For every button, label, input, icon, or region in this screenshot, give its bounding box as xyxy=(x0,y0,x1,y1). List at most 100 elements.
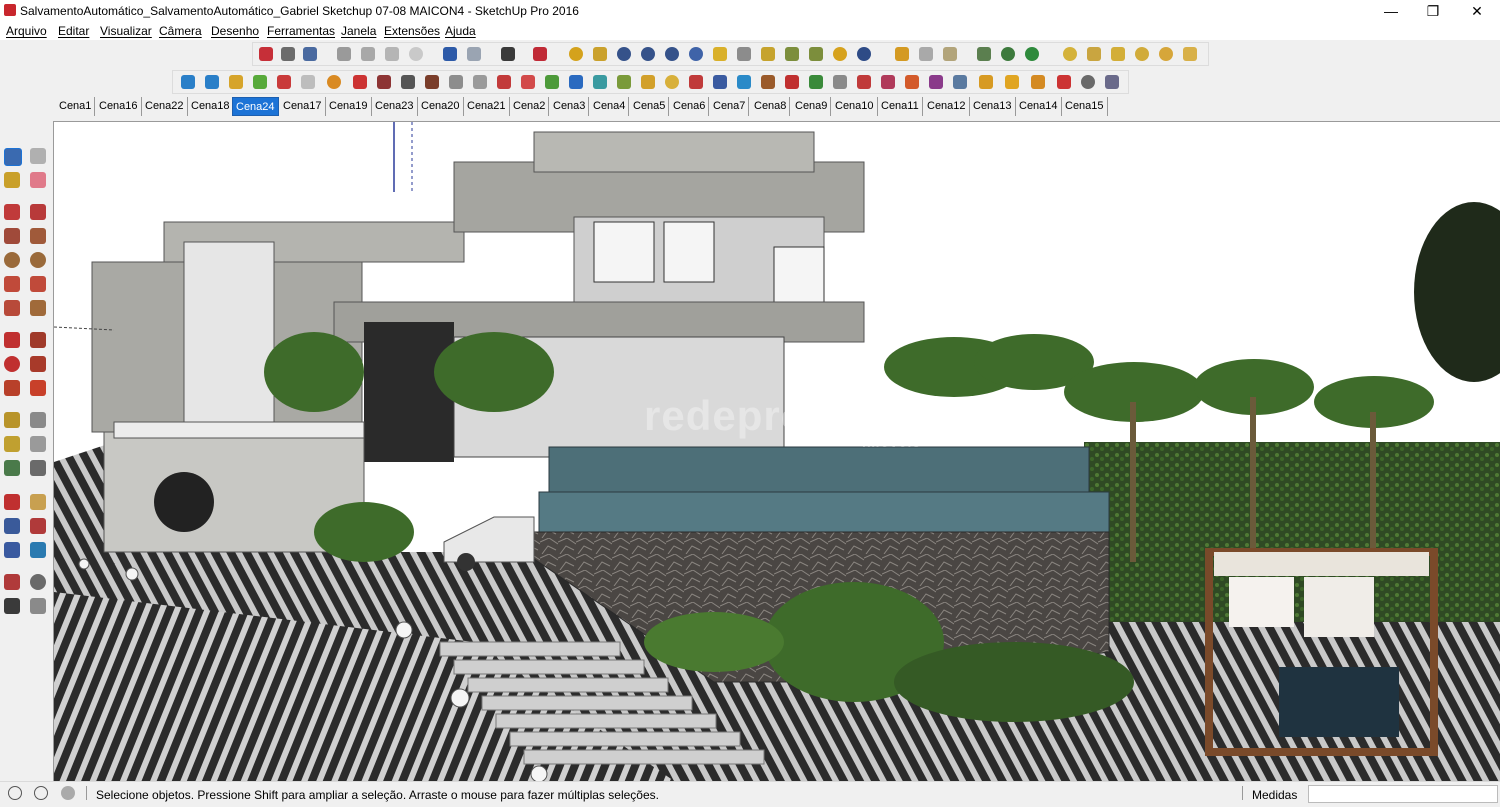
scene-tab[interactable]: Cena5 xyxy=(630,97,670,116)
plugin-1-icon[interactable] xyxy=(569,47,583,61)
previous-view-icon[interactable] xyxy=(30,542,46,558)
erase-icon[interactable] xyxy=(409,47,423,61)
material-icon[interactable] xyxy=(905,75,919,89)
freehand-icon[interactable] xyxy=(30,204,46,220)
scene-tab[interactable]: Cena22 xyxy=(142,97,188,116)
grid-orange-icon[interactable] xyxy=(979,75,993,89)
zoom-extents-icon[interactable] xyxy=(4,542,20,558)
scene-tab[interactable]: Cena2 xyxy=(510,97,550,116)
face-gray-icon[interactable] xyxy=(301,75,315,89)
cross-blue-icon[interactable] xyxy=(569,75,583,89)
cross-green-icon[interactable] xyxy=(545,75,559,89)
scene-tab[interactable]: Cena15 xyxy=(1062,97,1108,116)
compass-icon[interactable] xyxy=(737,75,751,89)
offset-tool-icon[interactable] xyxy=(30,380,46,396)
scene-tab[interactable]: Cena1 xyxy=(56,97,96,116)
scene-tab[interactable]: Cena16 xyxy=(96,97,142,116)
info-icon[interactable] xyxy=(34,786,48,800)
menu-ajuda[interactable]: Ajuda xyxy=(445,24,476,38)
dimension-icon[interactable] xyxy=(30,412,46,428)
scene-tab[interactable]: Cena19 xyxy=(326,97,372,116)
menu-camera[interactable]: Câmera xyxy=(159,24,202,38)
cross-red-icon[interactable] xyxy=(521,75,535,89)
star-icon[interactable] xyxy=(761,47,775,61)
layers-red-icon[interactable] xyxy=(857,75,871,89)
scene-tab[interactable]: Cena4 xyxy=(590,97,630,116)
scene-tab[interactable]: Cena18 xyxy=(188,97,234,116)
arc-icon[interactable] xyxy=(665,75,679,89)
pan-hand-icon[interactable] xyxy=(30,494,46,510)
face-blue-icon[interactable] xyxy=(181,75,195,89)
points-icon[interactable] xyxy=(497,75,511,89)
gear-icon[interactable] xyxy=(713,75,727,89)
circle-dash-icon[interactable] xyxy=(1081,75,1095,89)
save-icon[interactable] xyxy=(303,47,317,61)
component-icon[interactable] xyxy=(895,47,909,61)
layers-green-icon[interactable] xyxy=(809,75,823,89)
cut-icon[interactable] xyxy=(337,47,351,61)
plugin-2-icon[interactable] xyxy=(593,47,607,61)
menu-desenho[interactable]: Desenho xyxy=(211,24,259,38)
rotate-tool-icon[interactable] xyxy=(4,356,20,372)
curve-icon[interactable] xyxy=(473,75,487,89)
sun-icon[interactable] xyxy=(833,47,847,61)
face-red-icon[interactable] xyxy=(277,75,291,89)
walk-footprints-icon[interactable] xyxy=(4,598,20,614)
warning-icon[interactable] xyxy=(641,75,655,89)
new-file-icon[interactable] xyxy=(259,47,273,61)
circle-tool-icon[interactable] xyxy=(4,252,20,268)
plugin-4-icon[interactable] xyxy=(641,47,655,61)
pause-icon[interactable] xyxy=(857,47,871,61)
push-pull-icon[interactable] xyxy=(30,332,46,348)
face-yellow-icon[interactable] xyxy=(229,75,243,89)
geolocation-icon[interactable] xyxy=(8,786,22,800)
tree-2-icon[interactable] xyxy=(1025,47,1039,61)
scene-tab[interactable]: Cena12 xyxy=(924,97,970,116)
plugin-3-icon[interactable] xyxy=(617,47,631,61)
menu-editar[interactable]: Editar xyxy=(58,24,89,38)
flag-icon[interactable] xyxy=(1111,47,1125,61)
undo-icon[interactable] xyxy=(443,47,457,61)
menu-janela[interactable]: Janela xyxy=(341,24,376,38)
menu-visualizar[interactable]: Visualizar xyxy=(100,24,152,38)
triangle-2-icon[interactable] xyxy=(617,75,631,89)
scene-tab[interactable]: Cena23 xyxy=(372,97,418,116)
stack-icon[interactable] xyxy=(1105,75,1119,89)
scene-tab[interactable]: Cena10 xyxy=(832,97,878,116)
dots-icon[interactable] xyxy=(929,75,943,89)
spiral-icon[interactable] xyxy=(689,75,703,89)
frame-icon[interactable] xyxy=(953,75,967,89)
grid-orange-2-icon[interactable] xyxy=(1031,75,1045,89)
lamp-icon[interactable] xyxy=(1135,47,1149,61)
face-green-icon[interactable] xyxy=(253,75,267,89)
furniture-icon[interactable] xyxy=(425,75,439,89)
minimize-button[interactable]: — xyxy=(1368,0,1414,22)
tag-icon[interactable] xyxy=(713,47,727,61)
line-tool-icon[interactable] xyxy=(4,204,20,220)
image-icon[interactable] xyxy=(977,47,991,61)
select-arrow-icon[interactable] xyxy=(4,148,22,166)
scene-tab[interactable]: Cena6 xyxy=(670,97,710,116)
copy-icon[interactable] xyxy=(361,47,375,61)
tree-icon[interactable] xyxy=(1001,47,1015,61)
lamp-3-icon[interactable] xyxy=(1183,47,1197,61)
menu-ferramentas[interactable]: Ferramentas xyxy=(267,24,335,38)
text-tool-icon[interactable] xyxy=(30,436,46,452)
grid-yellow-icon[interactable] xyxy=(1005,75,1019,89)
scale-tool-icon[interactable] xyxy=(4,380,20,396)
position-camera-icon[interactable] xyxy=(4,574,20,590)
window-frame-icon[interactable] xyxy=(401,75,415,89)
light-icon[interactable] xyxy=(1063,47,1077,61)
menu-arquivo[interactable]: Arquivo xyxy=(6,24,47,38)
restore-button[interactable]: ❐ xyxy=(1410,0,1456,22)
lamp-2-icon[interactable] xyxy=(1159,47,1173,61)
component-3-icon[interactable] xyxy=(943,47,957,61)
scene-tab[interactable]: Cena11 xyxy=(878,97,923,116)
scene-tab[interactable]: Cena3 xyxy=(550,97,590,116)
rotated-rectangle-icon[interactable] xyxy=(30,228,46,244)
terrain-icon[interactable] xyxy=(785,47,799,61)
three-point-arc-icon[interactable] xyxy=(4,300,20,316)
model-info-icon[interactable] xyxy=(533,47,547,61)
model-viewport[interactable]: redeprovectum imóveis xyxy=(53,121,1500,781)
3d-text-icon[interactable] xyxy=(30,460,46,476)
